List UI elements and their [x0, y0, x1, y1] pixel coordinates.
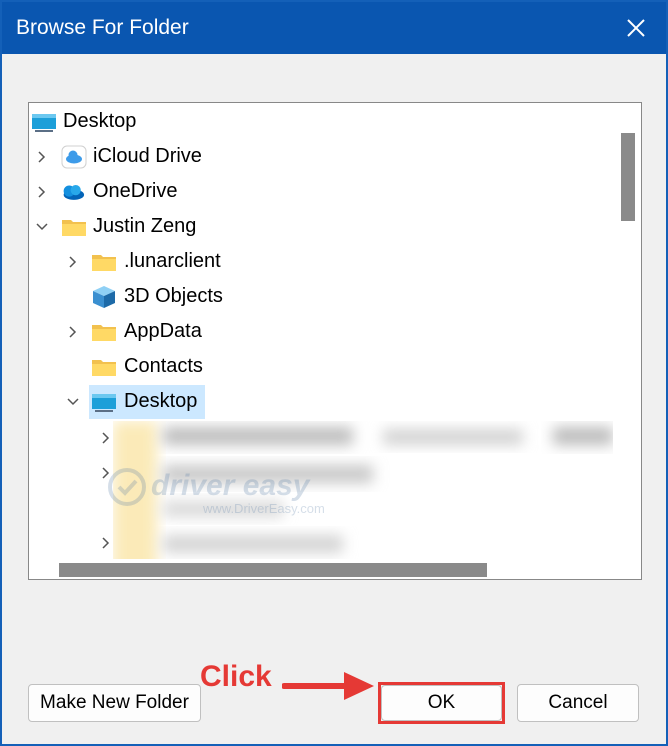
close-icon	[627, 19, 645, 37]
tree-item-3d-objects[interactable]: 3D Objects	[29, 280, 613, 314]
close-button[interactable]	[618, 10, 654, 46]
watermark-logo-icon	[108, 468, 146, 506]
tree-item-label: Contacts	[124, 355, 203, 377]
tree-item-desktop-root[interactable]: Desktop	[29, 105, 613, 139]
chevron-down-icon[interactable]	[35, 220, 49, 234]
vertical-scrollbar-thumb[interactable]	[621, 133, 635, 221]
tree-item-label: .lunarclient	[124, 250, 221, 272]
tree-item-lunarclient[interactable]: .lunarclient	[29, 245, 613, 279]
folder-icon	[92, 255, 116, 271]
desktop-icon	[32, 114, 56, 132]
chevron-right-icon[interactable]	[99, 431, 113, 445]
folder-icon	[62, 220, 86, 236]
chevron-right-icon[interactable]	[35, 150, 49, 164]
watermark-brand: driver easy	[151, 469, 310, 502]
folder-tree[interactable]: Desktop iCloud Drive OneDrive Justin Zen…	[28, 102, 642, 580]
horizontal-scrollbar[interactable]	[29, 559, 613, 579]
click-annotation: Click	[200, 660, 272, 693]
vertical-scrollbar[interactable]	[613, 103, 641, 579]
tree-item-label: iCloud Drive	[93, 145, 202, 167]
icloud-icon	[61, 145, 87, 169]
chevron-right-icon[interactable]	[66, 255, 80, 269]
onedrive-icon	[63, 185, 85, 200]
browse-for-folder-dialog: Browse For Folder Desktop iCloud Drive O…	[0, 0, 668, 746]
folder-icon	[92, 325, 116, 341]
tree-item-contacts[interactable]: Contacts	[29, 350, 613, 384]
tree-item-label: Desktop	[63, 110, 137, 132]
tree-item-justin-zeng[interactable]: Justin Zeng	[29, 210, 613, 244]
tree-item-icloud-drive[interactable]: iCloud Drive	[29, 140, 613, 174]
window-title: Browse For Folder	[16, 16, 189, 39]
tree-item-label: 3D Objects	[124, 285, 223, 307]
make-new-folder-button[interactable]: Make New Folder	[28, 684, 201, 722]
3d-objects-icon	[93, 286, 115, 308]
chevron-right-icon[interactable]	[35, 185, 49, 199]
title-bar: Browse For Folder	[2, 2, 666, 54]
tree-item-label: OneDrive	[93, 180, 178, 202]
tree-item-onedrive[interactable]: OneDrive	[29, 175, 613, 209]
watermark-url: www.DriverEasy.com	[203, 501, 325, 516]
folder-icon	[92, 360, 116, 376]
chevron-down-icon[interactable]	[66, 395, 80, 409]
tree-item-label: Desktop	[124, 390, 198, 412]
cancel-button[interactable]: Cancel	[517, 684, 639, 722]
tree-item-label: Justin Zeng	[93, 215, 197, 237]
chevron-right-icon[interactable]	[66, 325, 80, 339]
ok-annotation-highlight	[378, 682, 505, 724]
tree-item-desktop-selected[interactable]: Desktop	[29, 385, 613, 419]
tree-item-appdata[interactable]: AppData	[29, 315, 613, 349]
desktop-icon	[92, 394, 116, 412]
horizontal-scrollbar-thumb[interactable]	[59, 563, 487, 577]
tree-item-label: AppData	[124, 320, 202, 342]
chevron-right-icon[interactable]	[99, 536, 113, 550]
annotation-arrow-icon	[282, 672, 374, 700]
